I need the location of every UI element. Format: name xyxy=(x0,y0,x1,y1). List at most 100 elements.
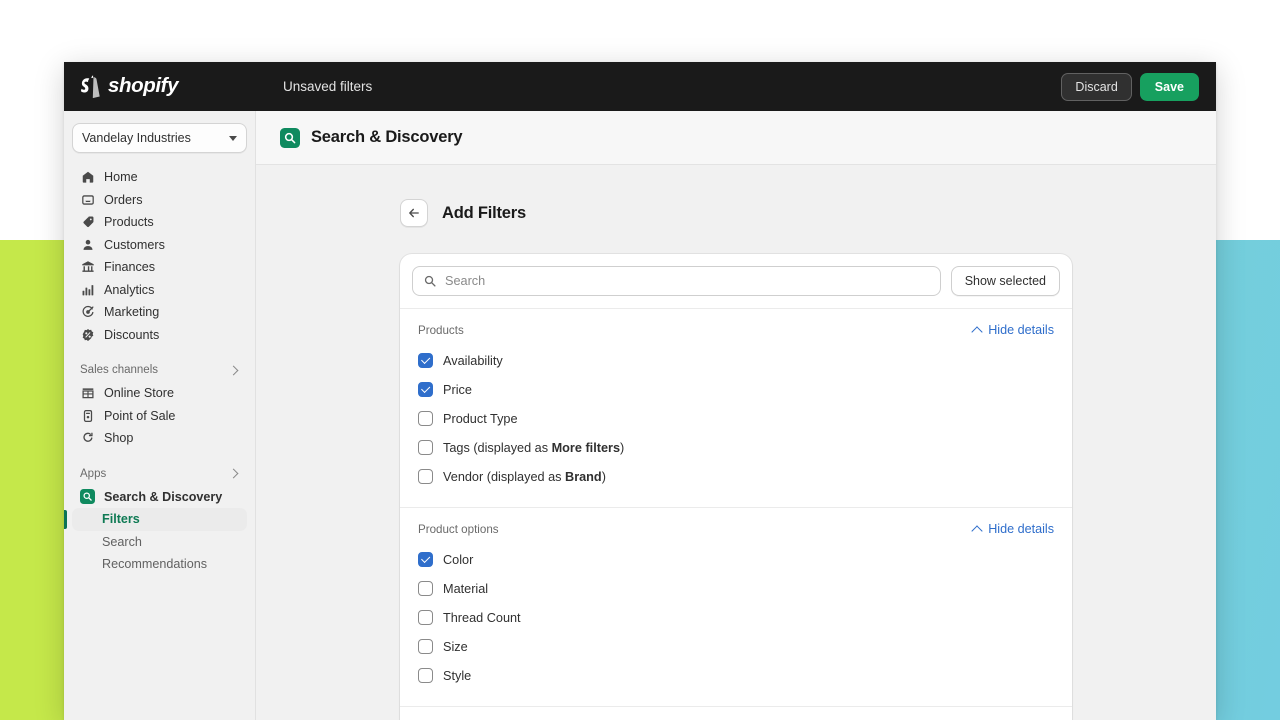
checkbox-size[interactable] xyxy=(418,639,433,654)
group-title: Products xyxy=(418,323,464,337)
sidebar-item-point-of-sale[interactable]: Point of Sale xyxy=(72,405,247,428)
page-title: Search & Discovery xyxy=(311,128,463,146)
megaphone-target-icon xyxy=(80,305,95,320)
sidebar-item-search[interactable]: Search xyxy=(72,531,247,554)
shopify-bag-icon xyxy=(81,75,100,98)
sidebar-label: Discounts xyxy=(104,327,160,342)
discard-button[interactable]: Discard xyxy=(1061,72,1132,101)
sidebar-item-home[interactable]: Home xyxy=(72,166,247,189)
sidebar-item-filters[interactable]: Filters xyxy=(64,508,247,531)
sales-channels-title: Sales channels xyxy=(80,364,158,376)
chevron-right-icon xyxy=(228,468,239,479)
checkbox-row-availability[interactable]: Availability xyxy=(418,346,1054,375)
sidebar-item-orders[interactable]: Orders xyxy=(72,189,247,212)
apps-section-header[interactable]: Apps xyxy=(72,462,247,486)
sidebar-label: Shop xyxy=(104,431,134,446)
sidebar-item-customers[interactable]: Customers xyxy=(72,234,247,257)
checkbox-row-vendor[interactable]: Vendor (displayed as Brand) xyxy=(418,462,1054,491)
sidebar-label: Home xyxy=(104,170,138,185)
checkbox-price[interactable] xyxy=(418,382,433,397)
checkbox-row-material[interactable]: Material xyxy=(418,574,1054,603)
home-icon xyxy=(80,170,95,185)
checkbox-product-type[interactable] xyxy=(418,411,433,426)
primary-nav: Home Orders Products Customers Finances … xyxy=(64,166,247,576)
checkbox-row-tags[interactable]: Tags (displayed as More filters) xyxy=(418,433,1054,462)
sidebar-label: Search & Discovery xyxy=(104,489,223,504)
checkbox-row-price[interactable]: Price xyxy=(418,375,1054,404)
orders-inbox-icon xyxy=(80,192,95,207)
discount-percent-icon xyxy=(80,327,95,342)
sidebar-item-analytics[interactable]: Analytics xyxy=(72,279,247,302)
hide-details-toggle-products[interactable]: Hide details xyxy=(971,323,1054,338)
sidebar-item-search-and-discovery[interactable]: Search & Discovery xyxy=(72,486,247,509)
checkbox-label: Style xyxy=(443,668,472,683)
shopify-wordmark: shopify xyxy=(108,74,179,98)
topbar-actions: Discard Save xyxy=(1061,62,1199,111)
sidebar-item-discounts[interactable]: Discounts xyxy=(72,324,247,347)
add-filters-title: Add Filters xyxy=(442,203,526,222)
sidebar-sub-label: Search xyxy=(102,534,142,549)
shopify-logo[interactable]: shopify xyxy=(81,75,261,98)
sidebar: Vandelay Industries Home Orders Products… xyxy=(64,111,256,720)
shopify-admin-window: shopify Unsaved filters Discard Save Van… xyxy=(64,62,1216,720)
checkbox-tags[interactable] xyxy=(418,440,433,455)
checkbox-row-product-type[interactable]: Product Type xyxy=(418,404,1054,433)
search-icon xyxy=(424,275,436,287)
checkbox-row-color[interactable]: Color xyxy=(418,545,1054,574)
checkbox-label: Size xyxy=(443,639,468,654)
checkbox-row-style[interactable]: Style xyxy=(418,661,1054,690)
check-tick-icon xyxy=(420,553,430,564)
sidebar-label: Customers xyxy=(104,237,165,252)
top-bar: shopify Unsaved filters Discard Save xyxy=(64,62,1216,111)
sidebar-item-finances[interactable]: Finances xyxy=(72,256,247,279)
search-field[interactable] xyxy=(412,266,941,296)
sidebar-label: Orders xyxy=(104,192,143,207)
checkbox-row-size[interactable]: Size xyxy=(418,632,1054,661)
group-header: Products Hide details xyxy=(418,323,1054,338)
checkbox-vendor[interactable] xyxy=(418,469,433,484)
checkbox-label: Material xyxy=(443,581,489,596)
sidebar-item-products[interactable]: Products xyxy=(72,211,247,234)
toggle-label: Hide details xyxy=(988,323,1054,337)
filters-card: Show selected Products Hide details xyxy=(400,254,1072,720)
hide-details-toggle-product-options[interactable]: Hide details xyxy=(971,522,1054,537)
bank-icon xyxy=(80,260,95,275)
back-button[interactable] xyxy=(400,199,428,227)
arrow-left-icon xyxy=(409,208,419,218)
sidebar-sub-label: Filters xyxy=(102,512,140,527)
search-input[interactable] xyxy=(445,274,930,288)
checkbox-label: Thread Count xyxy=(443,610,521,625)
bar-chart-icon xyxy=(80,282,95,297)
checkbox-style[interactable] xyxy=(418,668,433,683)
sidebar-label: Analytics xyxy=(104,282,155,297)
sidebar-item-online-store[interactable]: Online Store xyxy=(72,382,247,405)
store-name: Vandelay Industries xyxy=(82,131,191,145)
toggle-label: Hide details xyxy=(988,522,1054,536)
sales-channels-section-header[interactable]: Sales channels xyxy=(72,358,247,382)
checkbox-label: Color xyxy=(443,552,474,567)
shop-bag-icon xyxy=(80,431,95,446)
sidebar-label: Online Store xyxy=(104,386,175,401)
sidebar-item-marketing[interactable]: Marketing xyxy=(72,301,247,324)
checkbox-label: Price xyxy=(443,382,472,397)
sidebar-item-shop[interactable]: Shop xyxy=(72,427,247,450)
store-switcher[interactable]: Vandelay Industries xyxy=(72,123,247,153)
check-tick-icon xyxy=(420,354,430,365)
filter-group-product-options: Product options Hide details Color Mater… xyxy=(400,508,1072,706)
check-tick-icon xyxy=(420,383,430,394)
save-button[interactable]: Save xyxy=(1139,72,1199,101)
person-icon xyxy=(80,237,95,252)
checkbox-row-thread-count[interactable]: Thread Count xyxy=(418,603,1054,632)
show-selected-button[interactable]: Show selected xyxy=(950,266,1060,296)
checkbox-color[interactable] xyxy=(418,552,433,567)
content-scroll-area[interactable]: Add Filters Show selected xyxy=(256,165,1216,720)
checkbox-material[interactable] xyxy=(418,581,433,596)
sidebar-item-recommendations[interactable]: Recommendations xyxy=(72,553,247,576)
search-row: Show selected xyxy=(400,254,1072,308)
add-filters-header: Add Filters xyxy=(400,199,1072,227)
checkbox-availability[interactable] xyxy=(418,353,433,368)
checkbox-thread-count[interactable] xyxy=(418,610,433,625)
filter-group-products: Products Hide details Availability Price… xyxy=(400,309,1072,507)
search-discovery-app-icon xyxy=(80,489,95,505)
checkbox-label: Vendor (displayed as Brand) xyxy=(443,469,606,484)
